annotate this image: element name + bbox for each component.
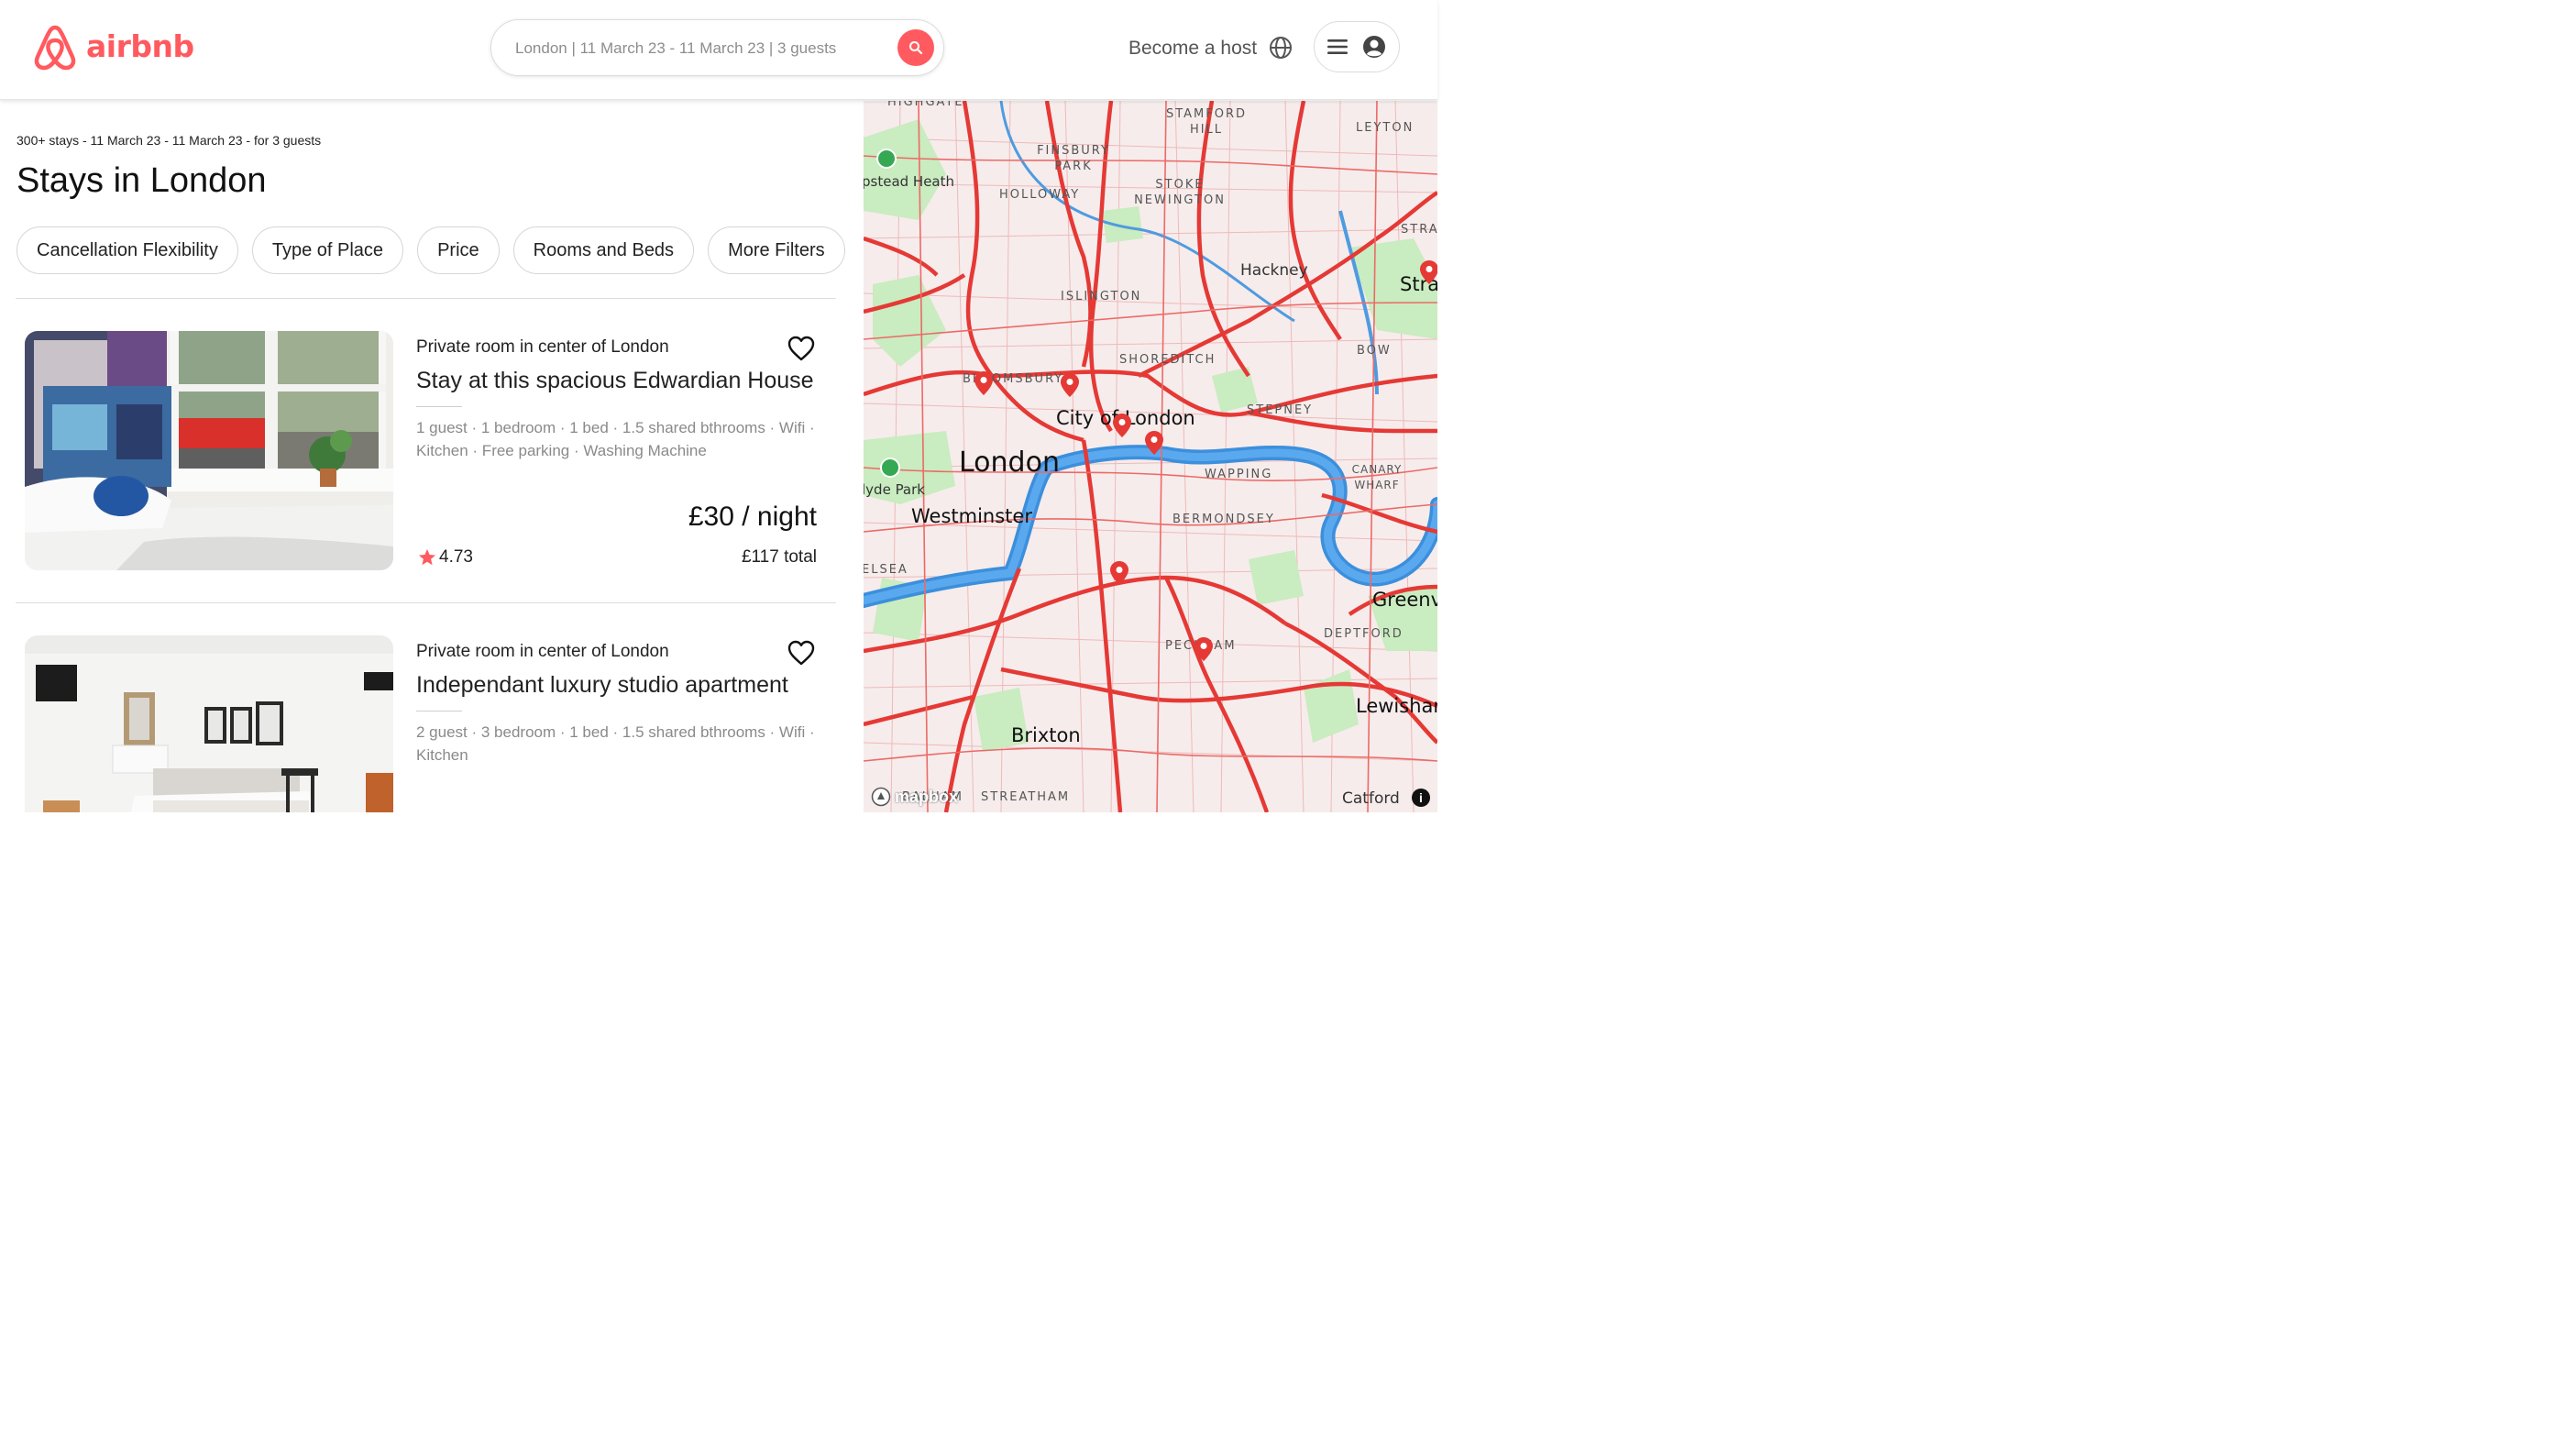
listing-card[interactable]: Private room in center of London Stay at…: [0, 331, 864, 606]
map-label: ELSEA: [864, 563, 908, 577]
divider: [16, 602, 836, 603]
map-label: LEYTON: [1356, 121, 1415, 135]
star-icon: [419, 549, 435, 566]
listing-photo[interactable]: [25, 635, 393, 812]
map-pin-icon[interactable]: [1109, 560, 1129, 586]
park-marker-icon[interactable]: [880, 458, 900, 478]
heart-icon[interactable]: [787, 335, 816, 362]
map-label: HOLLOWAY: [999, 188, 1081, 202]
user-icon: [1363, 36, 1385, 58]
search-bar[interactable]: London | 11 March 23 - 11 March 23 | 3 g…: [490, 19, 944, 76]
map-label: Brixton: [1011, 724, 1081, 746]
map-label: FINSBURY PARK: [1037, 144, 1110, 173]
mapbox-label: mapbox: [895, 787, 959, 806]
airbnb-logo[interactable]: airbnb: [33, 24, 194, 72]
map-label: ISLINGTON: [1061, 290, 1142, 303]
listings-panel: 300+ stays - 11 March 23 - 11 March 23 -…: [0, 101, 864, 812]
map-label: Hackney: [1240, 261, 1308, 280]
search-icon: [909, 41, 923, 55]
search-button[interactable]: [897, 29, 934, 66]
filter-bar: Cancellation Flexibility Type of Place P…: [17, 226, 845, 274]
listing-amenities: 2 guest · 3 bedroom · 1 bed · 1.5 shared…: [416, 723, 815, 764]
listing-photo[interactable]: [25, 331, 393, 570]
map-label: pstead Heath: [864, 173, 955, 190]
map-label: lyde Park: [864, 481, 925, 498]
listing-type: Private room in center of London: [416, 337, 669, 357]
listing-total: £117 total: [741, 547, 817, 567]
listing-title[interactable]: Stay at this spacious Edwardian House: [416, 368, 814, 394]
filter-cancellation-flexibility[interactable]: Cancellation Flexibility: [17, 226, 238, 274]
listing-price: £30 / night: [688, 502, 817, 532]
map-info-button[interactable]: i: [1412, 789, 1430, 807]
map-label: BERMONDSEY: [1172, 513, 1275, 526]
listing-rating: 4.73: [418, 547, 473, 568]
park-marker-icon[interactable]: [876, 149, 897, 169]
listing-type: Private room in center of London: [416, 642, 669, 661]
divider: [16, 298, 836, 299]
results-meta: 300+ stays - 11 March 23 - 11 March 23 -…: [17, 133, 322, 148]
map-pin-icon[interactable]: [974, 370, 994, 396]
listing-amenities: 1 guest · 1 bedroom · 1 bed · 1.5 shared…: [416, 419, 815, 459]
map-label: DEPTFORD: [1324, 627, 1404, 641]
map-label: BOW: [1357, 344, 1392, 358]
map-label: Greenv: [1372, 589, 1437, 611]
map-label: STRA: [1401, 223, 1437, 237]
map-pin-icon[interactable]: [1419, 259, 1437, 285]
map-label: HIGHGATE: [887, 101, 964, 109]
filter-more-filters[interactable]: More Filters: [708, 226, 845, 274]
map-label: STEPNEY: [1247, 403, 1314, 417]
filter-rooms-and-beds[interactable]: Rooms and Beds: [512, 226, 695, 274]
mapbox-logo-icon: [871, 787, 891, 807]
rating-value: 4.73: [439, 547, 473, 567]
map-pin-icon[interactable]: [1112, 413, 1132, 438]
heart-icon[interactable]: [787, 639, 816, 667]
divider: [416, 406, 462, 407]
map-label: Lewishan: [1356, 695, 1437, 717]
map-label: STREATHAM: [981, 790, 1071, 804]
filter-price[interactable]: Price: [417, 226, 500, 274]
map-label: Catford: [1342, 789, 1400, 808]
map-label: London: [959, 447, 1060, 479]
map-label: STAMFORD HILL: [1165, 107, 1248, 137]
listing-title[interactable]: Independant luxury studio apartment: [416, 672, 788, 699]
top-navbar: airbnb London | 11 March 23 - 11 March 2…: [0, 0, 1437, 100]
map-pin-icon[interactable]: [1060, 372, 1080, 398]
map-pin-icon[interactable]: [1144, 430, 1164, 456]
become-host-link[interactable]: Become a host: [1128, 38, 1257, 60]
search-summary[interactable]: London | 11 March 23 - 11 March 23 | 3 g…: [515, 39, 836, 58]
menu-icon: [1327, 39, 1348, 54]
globe-icon[interactable]: [1269, 36, 1293, 60]
airbnb-logo-icon: [33, 24, 77, 72]
mapbox-attribution[interactable]: mapbox: [871, 787, 958, 807]
listing-card[interactable]: Private room in center of London Indepen…: [0, 635, 864, 812]
map-label: SHOREDITCH: [1119, 353, 1216, 367]
page-title: Stays in London: [17, 161, 267, 200]
map-label: CANARY WHARF: [1351, 463, 1403, 491]
map[interactable]: HIGHGATE STAMFORD HILL LEYTON FINSBURY P…: [864, 101, 1437, 812]
map-label: STOKE NEWINGTON: [1134, 178, 1226, 207]
logo-wordmark: airbnb: [86, 28, 194, 64]
map-pin-icon[interactable]: [1194, 636, 1214, 662]
filter-type-of-place[interactable]: Type of Place: [251, 226, 404, 274]
map-label: WAPPING: [1205, 468, 1273, 481]
user-menu-button[interactable]: [1314, 21, 1400, 72]
map-label: Westminster: [911, 505, 1032, 527]
